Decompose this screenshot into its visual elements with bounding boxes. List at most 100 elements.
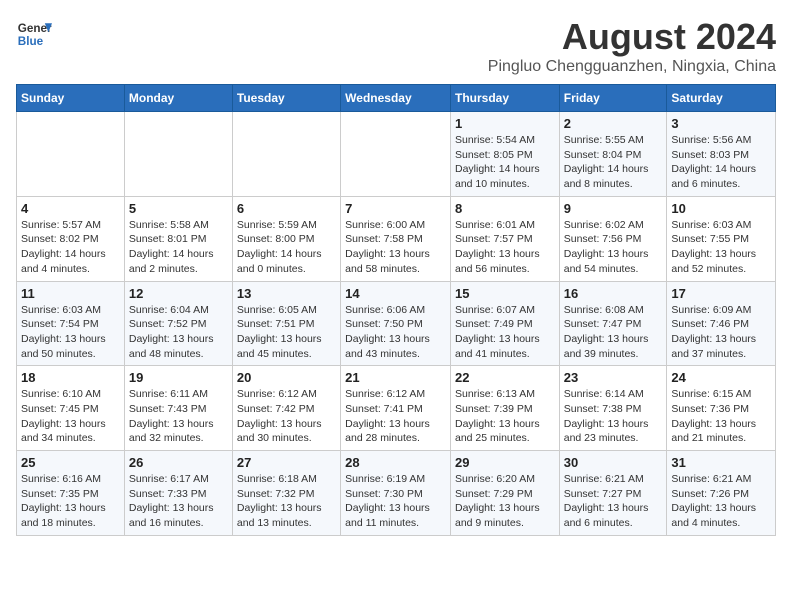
day-number: 27 [237,455,336,470]
day-cell: 21 Sunrise: 6:12 AM Sunset: 7:41 PM Dayli… [341,366,451,451]
main-title: August 2024 [488,16,776,58]
day-cell: 15 Sunrise: 6:07 AM Sunset: 7:49 PM Dayli… [450,281,559,366]
day-cell: 11 Sunrise: 6:03 AM Sunset: 7:54 PM Dayli… [17,281,125,366]
day-info: Sunrise: 6:07 AM Sunset: 7:49 PM Dayligh… [455,303,555,362]
day-info: Sunrise: 6:02 AM Sunset: 7:56 PM Dayligh… [564,218,663,277]
day-info: Sunrise: 5:55 AM Sunset: 8:04 PM Dayligh… [564,133,663,192]
day-number: 28 [345,455,446,470]
day-info: Sunrise: 6:03 AM Sunset: 7:55 PM Dayligh… [671,218,771,277]
day-cell: 23 Sunrise: 6:14 AM Sunset: 7:38 PM Dayli… [559,366,667,451]
week-row-3: 11 Sunrise: 6:03 AM Sunset: 7:54 PM Dayli… [17,281,776,366]
day-number: 25 [21,455,120,470]
page-header: General Blue August 2024 Pingluo Chenggu… [16,16,776,76]
day-cell: 2 Sunrise: 5:55 AM Sunset: 8:04 PM Daylig… [559,112,667,197]
day-number: 10 [671,201,771,216]
day-cell [232,112,340,197]
day-cell: 13 Sunrise: 6:05 AM Sunset: 7:51 PM Dayli… [232,281,340,366]
title-block: August 2024 Pingluo Chengguanzhen, Ningx… [488,16,776,76]
day-cell: 27Sunrise: 6:18 AM Sunset: 7:32 PM Dayli… [232,451,340,536]
day-number: 18 [21,370,120,385]
day-cell: 7Sunrise: 6:00 AM Sunset: 7:58 PM Daylig… [341,196,451,281]
day-cell: 24 Sunrise: 6:15 AM Sunset: 7:36 PM Dayli… [667,366,776,451]
day-info: Sunrise: 5:54 AM Sunset: 8:05 PM Dayligh… [455,133,555,192]
day-info: Sunrise: 5:57 AM Sunset: 8:02 PM Dayligh… [21,218,120,277]
day-number: 19 [129,370,228,385]
calendar-table: SundayMondayTuesdayWednesdayThursdayFrid… [16,84,776,536]
day-number: 26 [129,455,228,470]
calendar-header: SundayMondayTuesdayWednesdayThursdayFrid… [17,85,776,112]
day-cell: 16 Sunrise: 6:08 AM Sunset: 7:47 PM Dayli… [559,281,667,366]
day-cell [124,112,232,197]
day-number: 16 [564,286,663,301]
day-cell: 17 Sunrise: 6:09 AM Sunset: 7:46 PM Dayli… [667,281,776,366]
day-info: Sunrise: 6:21 AM Sunset: 7:26 PM Dayligh… [671,472,771,531]
day-info: Sunrise: 6:16 AM Sunset: 7:35 PM Dayligh… [21,472,120,531]
day-cell: 29Sunrise: 6:20 AM Sunset: 7:29 PM Dayli… [450,451,559,536]
day-cell: 22Sunrise: 6:13 AM Sunset: 7:39 PM Dayli… [450,366,559,451]
logo: General Blue [16,16,52,52]
header-cell-saturday: Saturday [667,85,776,112]
day-info: Sunrise: 6:04 AM Sunset: 7:52 PM Dayligh… [129,303,228,362]
day-cell: 12Sunrise: 6:04 AM Sunset: 7:52 PM Dayli… [124,281,232,366]
day-cell: 4 Sunrise: 5:57 AM Sunset: 8:02 PM Daylig… [17,196,125,281]
day-cell: 26 Sunrise: 6:17 AM Sunset: 7:33 PM Dayli… [124,451,232,536]
day-cell: 5 Sunrise: 5:58 AM Sunset: 8:01 PM Daylig… [124,196,232,281]
day-number: 9 [564,201,663,216]
header-cell-monday: Monday [124,85,232,112]
day-cell: 9 Sunrise: 6:02 AM Sunset: 7:56 PM Daylig… [559,196,667,281]
day-info: Sunrise: 6:12 AM Sunset: 7:42 PM Dayligh… [237,387,336,446]
header-cell-friday: Friday [559,85,667,112]
day-info: Sunrise: 6:13 AM Sunset: 7:39 PM Dayligh… [455,387,555,446]
header-cell-sunday: Sunday [17,85,125,112]
day-info: Sunrise: 6:03 AM Sunset: 7:54 PM Dayligh… [21,303,120,362]
day-info: Sunrise: 6:06 AM Sunset: 7:50 PM Dayligh… [345,303,446,362]
day-number: 3 [671,116,771,131]
day-cell [17,112,125,197]
day-number: 14 [345,286,446,301]
day-info: Sunrise: 6:12 AM Sunset: 7:41 PM Dayligh… [345,387,446,446]
day-info: Sunrise: 6:01 AM Sunset: 7:57 PM Dayligh… [455,218,555,277]
day-cell: 6 Sunrise: 5:59 AM Sunset: 8:00 PM Daylig… [232,196,340,281]
day-number: 23 [564,370,663,385]
week-row-2: 4 Sunrise: 5:57 AM Sunset: 8:02 PM Daylig… [17,196,776,281]
day-cell: 28 Sunrise: 6:19 AM Sunset: 7:30 PM Dayli… [341,451,451,536]
day-cell: 18Sunrise: 6:10 AM Sunset: 7:45 PM Dayli… [17,366,125,451]
day-number: 6 [237,201,336,216]
day-number: 13 [237,286,336,301]
day-cell: 1Sunrise: 5:54 AM Sunset: 8:05 PM Daylig… [450,112,559,197]
day-info: Sunrise: 6:11 AM Sunset: 7:43 PM Dayligh… [129,387,228,446]
day-cell: 19 Sunrise: 6:11 AM Sunset: 7:43 PM Dayli… [124,366,232,451]
day-number: 4 [21,201,120,216]
day-cell: 30Sunrise: 6:21 AM Sunset: 7:27 PM Dayli… [559,451,667,536]
week-row-4: 18Sunrise: 6:10 AM Sunset: 7:45 PM Dayli… [17,366,776,451]
day-cell: 14 Sunrise: 6:06 AM Sunset: 7:50 PM Dayli… [341,281,451,366]
day-info: Sunrise: 6:15 AM Sunset: 7:36 PM Dayligh… [671,387,771,446]
day-cell: 3Sunrise: 5:56 AM Sunset: 8:03 PM Daylig… [667,112,776,197]
day-number: 2 [564,116,663,131]
day-number: 17 [671,286,771,301]
day-info: Sunrise: 6:20 AM Sunset: 7:29 PM Dayligh… [455,472,555,531]
day-number: 8 [455,201,555,216]
day-info: Sunrise: 6:21 AM Sunset: 7:27 PM Dayligh… [564,472,663,531]
subtitle: Pingluo Chengguanzhen, Ningxia, China [488,58,776,76]
day-cell: 31 Sunrise: 6:21 AM Sunset: 7:26 PM Dayli… [667,451,776,536]
day-info: Sunrise: 5:58 AM Sunset: 8:01 PM Dayligh… [129,218,228,277]
day-info: Sunrise: 6:17 AM Sunset: 7:33 PM Dayligh… [129,472,228,531]
header-cell-wednesday: Wednesday [341,85,451,112]
day-number: 20 [237,370,336,385]
week-row-1: 1Sunrise: 5:54 AM Sunset: 8:05 PM Daylig… [17,112,776,197]
calendar-body: 1Sunrise: 5:54 AM Sunset: 8:05 PM Daylig… [17,112,776,536]
day-info: Sunrise: 5:59 AM Sunset: 8:00 PM Dayligh… [237,218,336,277]
day-number: 15 [455,286,555,301]
day-number: 5 [129,201,228,216]
svg-text:Blue: Blue [18,35,44,48]
day-number: 11 [21,286,120,301]
day-number: 31 [671,455,771,470]
day-info: Sunrise: 6:05 AM Sunset: 7:51 PM Dayligh… [237,303,336,362]
day-number: 24 [671,370,771,385]
day-info: Sunrise: 6:19 AM Sunset: 7:30 PM Dayligh… [345,472,446,531]
day-number: 21 [345,370,446,385]
day-info: Sunrise: 6:14 AM Sunset: 7:38 PM Dayligh… [564,387,663,446]
day-info: Sunrise: 6:09 AM Sunset: 7:46 PM Dayligh… [671,303,771,362]
day-info: Sunrise: 6:08 AM Sunset: 7:47 PM Dayligh… [564,303,663,362]
